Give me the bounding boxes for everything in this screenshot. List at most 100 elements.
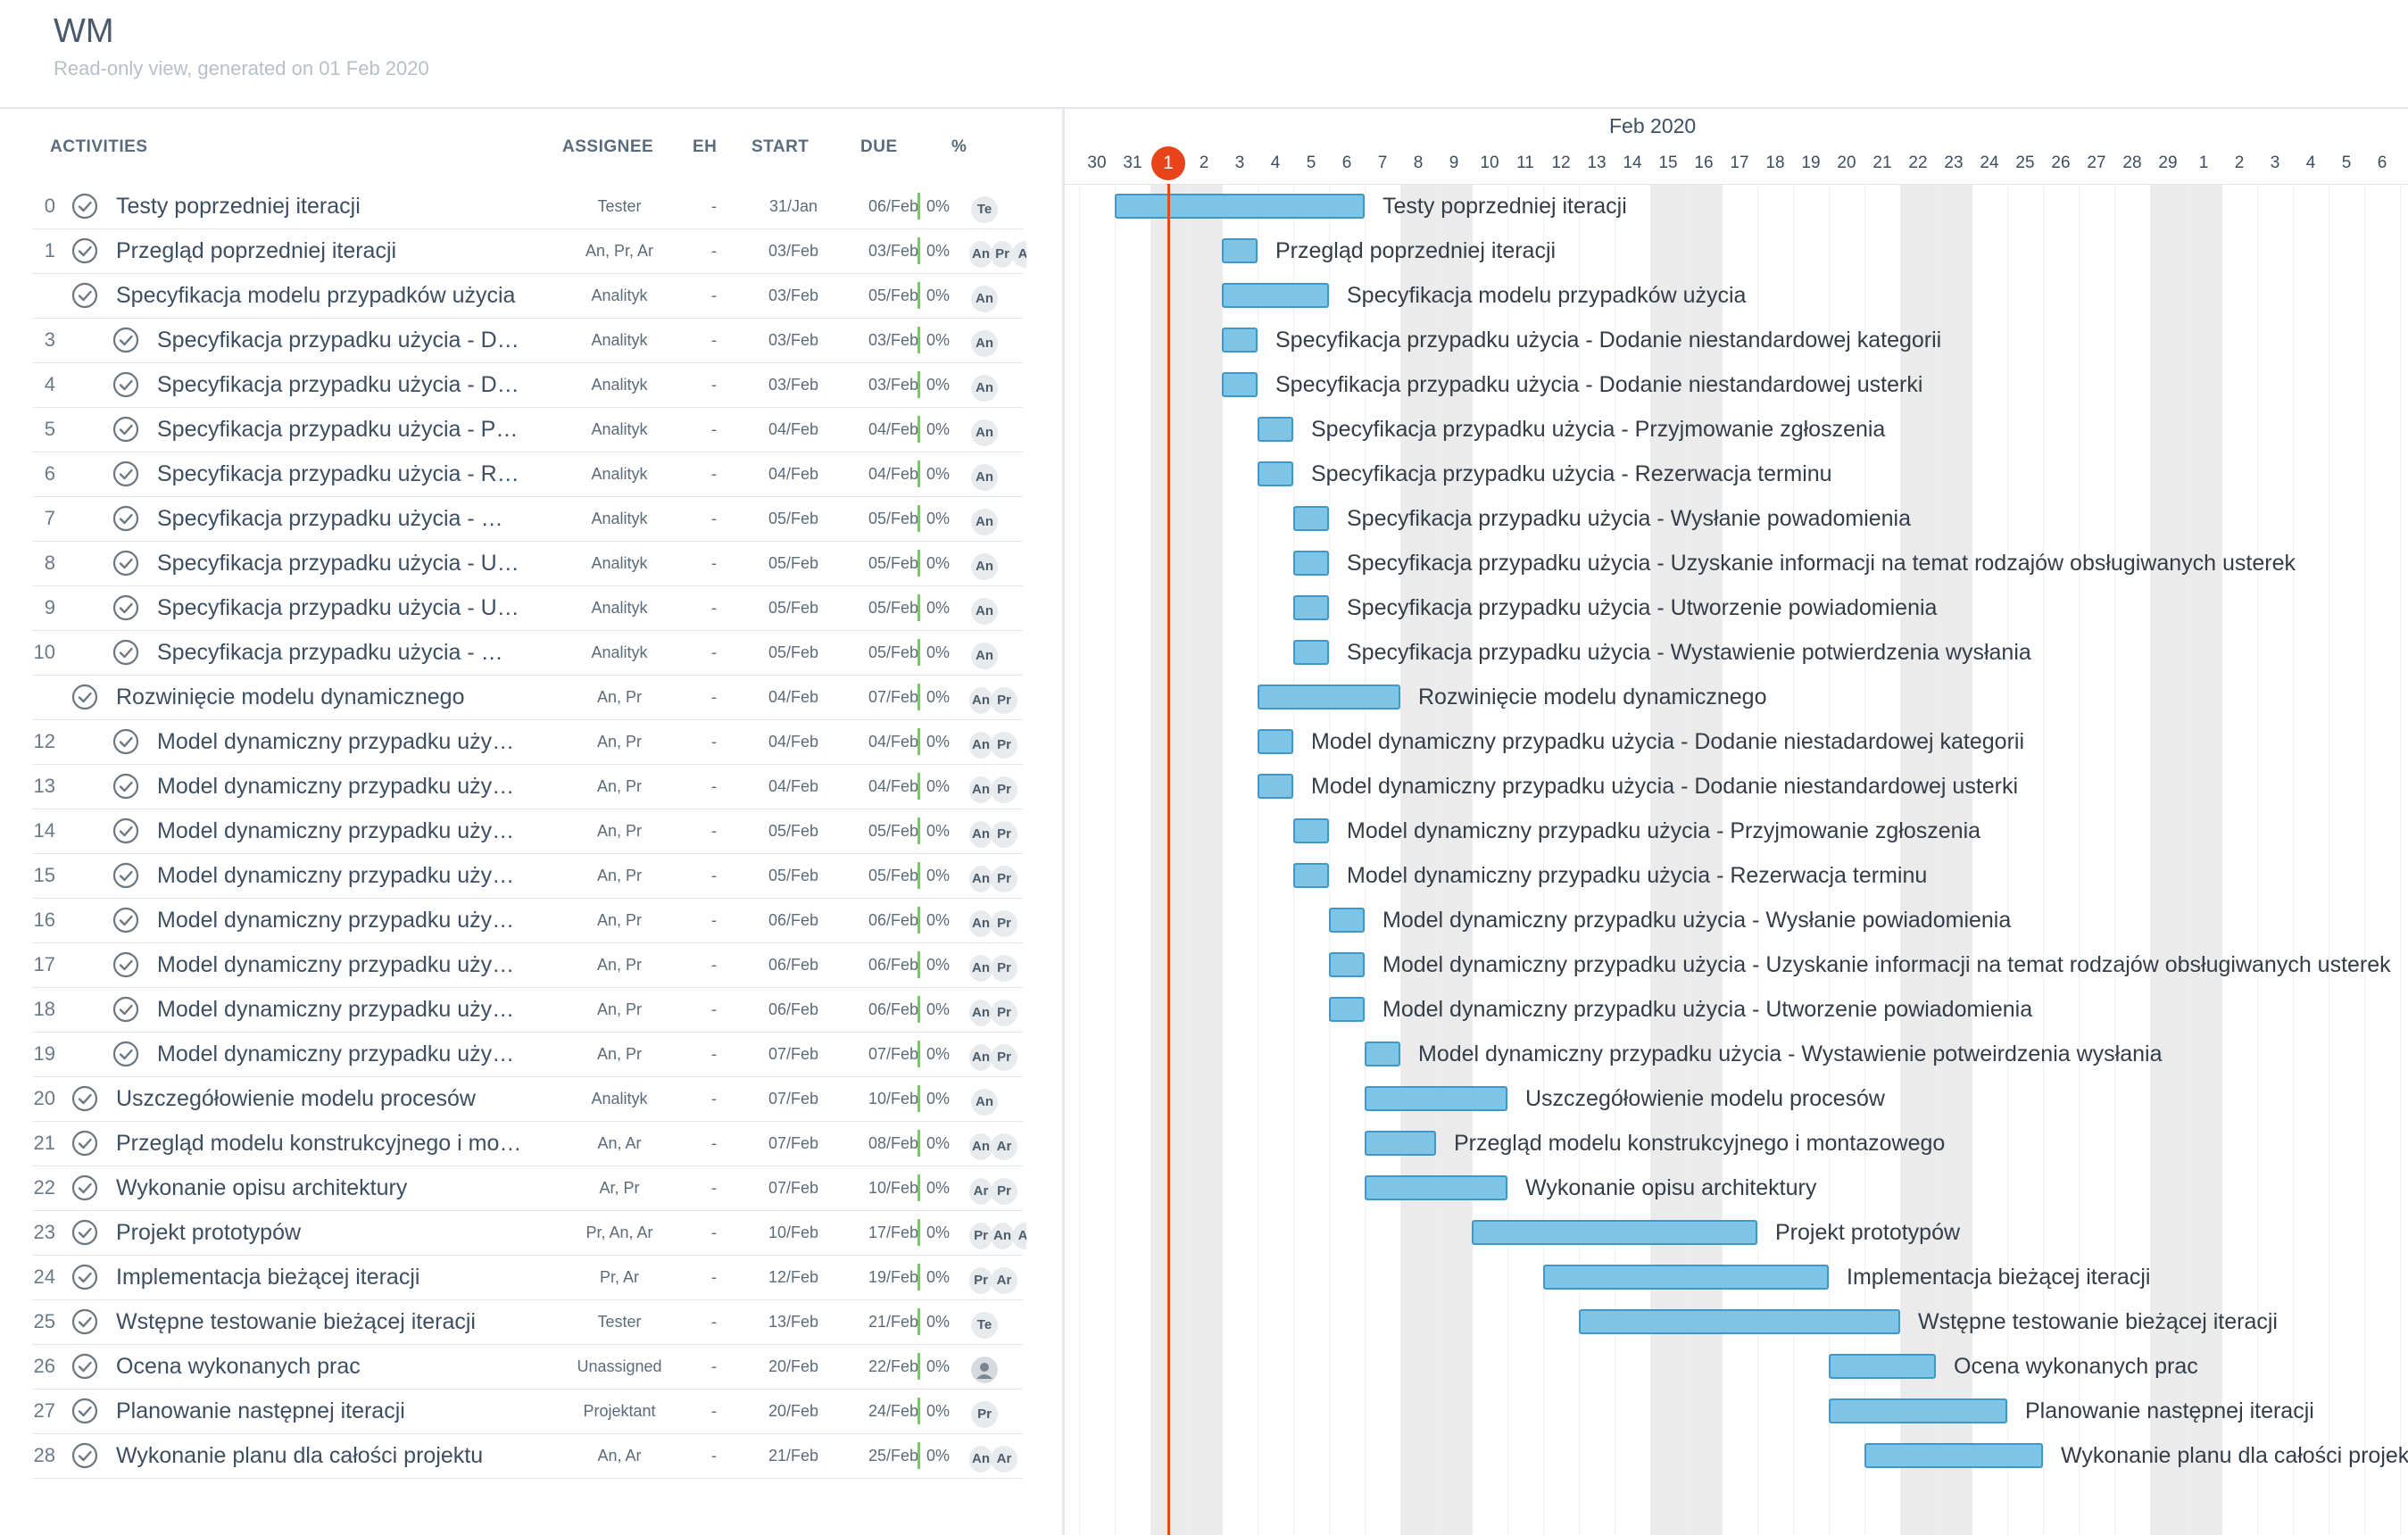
task-row[interactable]: Specyfikacja modelu przypadków użycia Ana… <box>32 273 1023 319</box>
task-name[interactable]: Model dynamiczny przypadku użycia - Doda… <box>157 719 523 764</box>
task-name[interactable]: Implementacja bieżącej iteracji <box>116 1255 523 1299</box>
check-circle-icon[interactable] <box>112 460 139 487</box>
check-circle-icon[interactable] <box>71 1085 98 1112</box>
check-circle-icon[interactable] <box>71 1442 98 1469</box>
task-name[interactable]: Specyfikacja przypadku użycia - Wystawie… <box>157 630 523 675</box>
task-name[interactable]: Model dynamiczny przypadku użycia - Wysł… <box>157 898 523 942</box>
task-name[interactable]: Testy poprzedniej iteracji <box>116 184 523 228</box>
column-header-start[interactable]: START <box>751 137 809 157</box>
column-header-percent[interactable]: % <box>951 137 967 157</box>
task-row[interactable]: 18 Model dynamiczny przypadku użycia - Ut… <box>32 987 1023 1033</box>
gantt-bar[interactable] <box>1472 1220 1757 1245</box>
check-circle-icon[interactable] <box>112 639 139 666</box>
gantt-bar[interactable] <box>1258 774 1293 799</box>
check-circle-icon[interactable] <box>71 684 98 710</box>
check-circle-icon[interactable] <box>71 1174 98 1201</box>
gantt-bar[interactable] <box>1293 506 1329 531</box>
task-row[interactable]: 28 Wykonanie planu dla całości projektu An… <box>32 1433 1023 1479</box>
column-header-assignee[interactable]: ASSIGNEE <box>562 137 653 157</box>
gantt-bar[interactable] <box>1829 1354 1936 1379</box>
check-circle-icon[interactable] <box>112 817 139 844</box>
task-name[interactable]: Ocena wykonanych prac <box>116 1344 523 1389</box>
gantt-bar[interactable] <box>1864 1443 2043 1468</box>
task-row[interactable]: 15 Model dynamiczny przypadku użycia - Re… <box>32 853 1023 899</box>
gantt-bar[interactable] <box>1258 729 1293 754</box>
task-name[interactable]: Model dynamiczny przypadku użycia - Reze… <box>157 853 523 898</box>
check-circle-icon[interactable] <box>71 282 98 309</box>
task-name[interactable]: Wstępne testowanie bieżącej iteracji <box>116 1299 523 1344</box>
gantt-bar[interactable] <box>1579 1309 1900 1334</box>
task-row[interactable]: 6 Specyfikacja przypadku użycia - Rezerwa… <box>32 452 1023 497</box>
check-circle-icon[interactable] <box>71 1264 98 1290</box>
task-row[interactable]: 13 Model dynamiczny przypadku użycia - Do… <box>32 764 1023 809</box>
check-circle-icon[interactable] <box>112 416 139 443</box>
check-circle-icon[interactable] <box>71 1130 98 1157</box>
gantt-bar[interactable] <box>1365 1131 1436 1156</box>
task-name[interactable]: Model dynamiczny przypadku użycia - Doda… <box>157 764 523 809</box>
task-name[interactable]: Specyfikacja modelu przypadków użycia <box>116 273 523 318</box>
gantt-bar[interactable] <box>1222 372 1258 397</box>
task-row[interactable]: 9 Specyfikacja przypadku użycia - Utworze… <box>32 585 1023 631</box>
column-header-activities[interactable]: ACTIVITIES <box>50 137 148 157</box>
gantt-bar[interactable] <box>1293 863 1329 888</box>
check-circle-icon[interactable] <box>112 951 139 978</box>
task-row[interactable]: 16 Model dynamiczny przypadku użycia - Wy… <box>32 898 1023 943</box>
task-name[interactable]: Przegląd modelu konstrukcyjnego i montaz… <box>116 1121 523 1166</box>
task-name[interactable]: Planowanie następnej iteracji <box>116 1389 523 1433</box>
task-row[interactable]: 7 Specyfikacja przypadku użycia - Wysłani… <box>32 496 1023 542</box>
check-circle-icon[interactable] <box>112 327 139 353</box>
task-name[interactable]: Model dynamiczny przypadku użycia - Przy… <box>157 809 523 853</box>
check-circle-icon[interactable] <box>112 907 139 933</box>
task-name[interactable]: Wykonanie planu dla całości projektu <box>116 1433 523 1478</box>
task-row[interactable]: 27 Planowanie następnej iteracji Projektan… <box>32 1389 1023 1434</box>
task-name[interactable]: Model dynamiczny przypadku użycia - Uzys… <box>157 942 523 987</box>
column-header-eh[interactable]: EH <box>693 137 717 157</box>
task-row[interactable]: 5 Specyfikacja przypadku użycia - Przyjmo… <box>32 407 1023 452</box>
gantt-bar[interactable] <box>1829 1398 2007 1423</box>
gantt-bar[interactable] <box>1329 952 1365 977</box>
task-row[interactable]: Rozwinięcie modelu dynamicznego An, Pr -04… <box>32 675 1023 720</box>
check-circle-icon[interactable] <box>112 728 139 755</box>
task-row[interactable]: 3 Specyfikacja przypadku użycia - Dodanie… <box>32 318 1023 363</box>
gantt-bar[interactable] <box>1365 1175 1507 1200</box>
gantt-bar[interactable] <box>1293 640 1329 665</box>
task-name[interactable]: Specyfikacja przypadku użycia - Rezerwac… <box>157 452 523 496</box>
check-circle-icon[interactable] <box>71 1353 98 1380</box>
check-circle-icon[interactable] <box>71 1398 98 1424</box>
gantt-bar[interactable] <box>1293 818 1329 843</box>
gantt-bar[interactable] <box>1258 417 1293 442</box>
check-circle-icon[interactable] <box>71 1308 98 1335</box>
gantt-bar[interactable] <box>1222 328 1258 353</box>
task-row[interactable]: 21 Przegląd modelu konstrukcyjnego i mont… <box>32 1121 1023 1166</box>
task-row[interactable]: 26 Ocena wykonanych prac Unassigned -20/Feb… <box>32 1344 1023 1390</box>
task-row[interactable]: 14 Model dynamiczny przypadku użycia - Pr… <box>32 809 1023 854</box>
check-circle-icon[interactable] <box>71 237 98 264</box>
gantt-bar[interactable] <box>1222 283 1329 308</box>
task-name[interactable]: Model dynamiczny przypadku użycia - Wyst… <box>157 1032 523 1076</box>
check-circle-icon[interactable] <box>112 550 139 577</box>
task-name[interactable]: Specyfikacja przypadku użycia - Dodanie … <box>157 362 523 407</box>
task-name[interactable]: Projekt prototypów <box>116 1210 523 1255</box>
gantt-bar[interactable] <box>1258 685 1400 709</box>
task-name[interactable]: Model dynamiczny przypadku użycia - Utwo… <box>157 987 523 1032</box>
gantt-bar[interactable] <box>1115 194 1365 219</box>
check-circle-icon[interactable] <box>112 862 139 889</box>
task-row[interactable]: 4 Specyfikacja przypadku użycia - Dodanie… <box>32 362 1023 408</box>
task-row[interactable]: 17 Model dynamiczny przypadku użycia - Uz… <box>32 942 1023 988</box>
check-circle-icon[interactable] <box>71 193 98 220</box>
check-circle-icon[interactable] <box>112 594 139 621</box>
task-row[interactable]: 10 Specyfikacja przypadku użycia - Wystaw… <box>32 630 1023 676</box>
gantt-bar[interactable] <box>1293 551 1329 576</box>
task-row[interactable]: 20 Uszczegółowienie modelu procesów Analit… <box>32 1076 1023 1122</box>
gantt-bar[interactable] <box>1258 461 1293 486</box>
task-name[interactable]: Specyfikacja przypadku użycia - Uzyskani… <box>157 541 523 585</box>
gantt-bar[interactable] <box>1329 997 1365 1022</box>
check-circle-icon[interactable] <box>112 371 139 398</box>
task-row[interactable]: 0 Testy poprzedniej iteracji Tester -31/Jan… <box>32 184 1023 229</box>
gantt-bar[interactable] <box>1222 238 1258 263</box>
gantt-bar[interactable] <box>1329 908 1365 933</box>
task-row[interactable]: 12 Model dynamiczny przypadku użycia - Do… <box>32 719 1023 765</box>
task-row[interactable]: 19 Model dynamiczny przypadku użycia - Wy… <box>32 1032 1023 1077</box>
task-row[interactable]: 25 Wstępne testowanie bieżącej iteracji Te… <box>32 1299 1023 1345</box>
task-name[interactable]: Wykonanie opisu architektury <box>116 1166 523 1210</box>
